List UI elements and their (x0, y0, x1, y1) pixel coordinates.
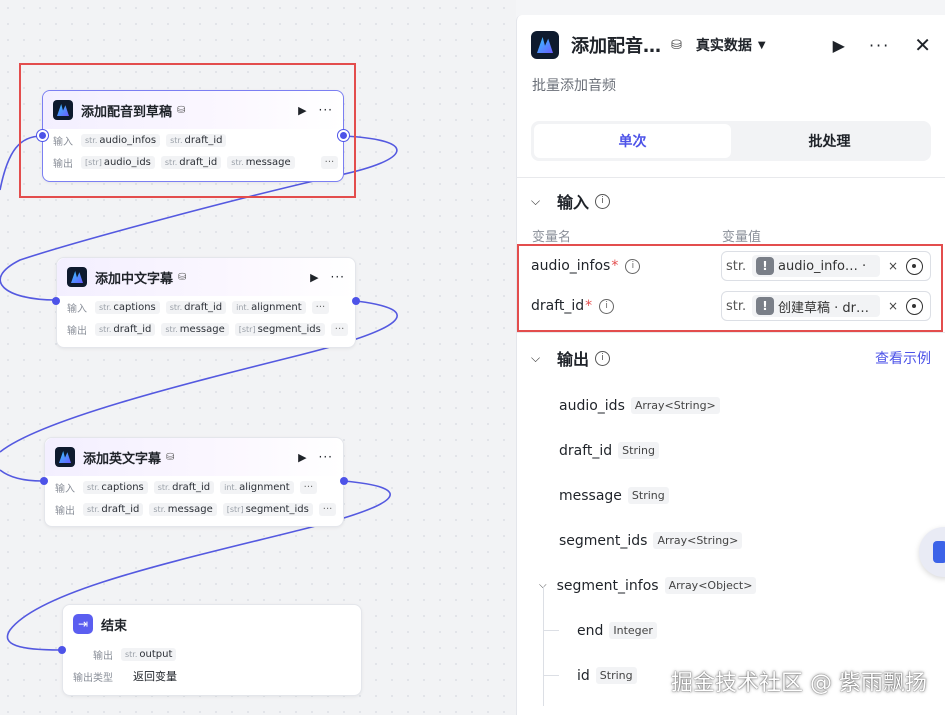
param-tag: [str] segment_ids (234, 322, 325, 336)
tree-line (543, 675, 559, 676)
tree-line (543, 630, 559, 631)
reference-icon: ⛁ (178, 271, 187, 283)
data-mode-select[interactable]: 真实数据 (696, 35, 752, 55)
output-item-expandable[interactable]: ⌵segment_infosArray<Object> (517, 563, 945, 608)
run-node-button[interactable]: ▶ (298, 451, 306, 464)
watermark: 掘金技术社区 @ 紫雨飘扬 (671, 671, 927, 696)
param-tag: str. captions (95, 300, 160, 314)
node-add-english-captions[interactable]: 添加英文字幕 ⛁ ▶ ··· 输入 str. captions str. draft… (44, 437, 344, 527)
more-button[interactable]: ··· (319, 450, 333, 464)
view-example-link[interactable]: 查看示例 (875, 348, 931, 368)
output-label: 输出 (67, 325, 87, 337)
output-item: draft_id String (517, 428, 945, 473)
reference-icon: ⛁ (166, 451, 175, 463)
output-label: 输出 (55, 505, 75, 517)
chevron-down-icon[interactable]: ⌵ (531, 351, 547, 366)
highlight-box (517, 244, 943, 332)
section-title: 输出 (557, 350, 590, 369)
tab-single[interactable]: 单次 (534, 124, 731, 158)
mode-tabs: 单次 批处理 (531, 121, 931, 161)
output-item: message String (517, 473, 945, 518)
node-end[interactable]: ⇥ 结束 输出 str. output 输出类型 返回变量 (62, 604, 362, 696)
col-value-header: 变量值 (722, 229, 762, 245)
end-output-type-row: 输出类型 返回变量 (63, 665, 361, 687)
close-icon[interactable]: ✕ (914, 33, 931, 57)
workflow-canvas[interactable]: 添加配音到草稿 ⛁ ▶ ··· 输入 str. audio_infos str. d… (0, 0, 516, 715)
tree-line (543, 586, 544, 706)
node-detail-panel: 添加配音… ⛁ 真实数据 ▼ ▶ ··· ✕ 批量添加音频 单次 批处理 ⌵ 输… (516, 15, 945, 715)
output-type-label: 输出类型 (73, 672, 113, 684)
param-tag: str. message (161, 322, 229, 336)
param-tag: str. draft_id (153, 480, 215, 494)
more-params-button[interactable]: ··· (318, 502, 337, 516)
input-label: 输入 (55, 483, 75, 495)
param-tag: str. captions (83, 480, 148, 494)
output-label: 输出 (93, 650, 113, 662)
more-params-button[interactable]: ··· (311, 300, 330, 314)
param-tag: [str] segment_ids (222, 502, 313, 516)
reference-icon: ⛁ (671, 37, 682, 53)
node-inputs: 输入 str. captions str. draft_id int. alignme… (45, 476, 343, 498)
plugin-logo-icon (67, 267, 87, 287)
output-section-header[interactable]: ⌵ 输出 i 查看示例 (517, 333, 945, 383)
caret-down-icon[interactable]: ▼ (758, 40, 766, 51)
param-tag: int. alignment (232, 300, 306, 314)
end-output-row: 输出 str. output (63, 643, 361, 665)
node-title: 结束 (101, 618, 128, 634)
param-tag: int. alignment (220, 480, 294, 494)
node-header: 添加英文字幕 ⛁ ▶ ··· (45, 438, 343, 476)
panel-header: 添加配音… ⛁ 真实数据 ▼ ▶ ··· ✕ (517, 15, 945, 75)
param-tag: str. message (149, 502, 217, 516)
tab-batch[interactable]: 批处理 (731, 124, 928, 158)
output-child-item: end Integer (517, 608, 945, 653)
input-section-header[interactable]: ⌵ 输入 i (517, 178, 945, 224)
node-outputs: 输出 str. draft_id str. message [str] segment… (57, 318, 355, 340)
input-column-headers: 变量名 变量值 (517, 224, 945, 246)
node-title: 添加中文字幕 (95, 271, 174, 287)
info-icon[interactable]: i (595, 193, 611, 209)
more-params-button[interactable]: ··· (299, 480, 318, 494)
input-rows: audio_infos * i str. ! audio_info… · × dra… (517, 244, 945, 332)
input-label: 输入 (67, 303, 87, 315)
output-type-value: 返回变量 (133, 670, 177, 683)
output-port[interactable] (352, 297, 360, 305)
section-title: 输入 (557, 193, 590, 212)
highlight-box (19, 63, 356, 198)
chevron-down-icon[interactable]: ⌵ (531, 194, 547, 209)
node-header: ⇥ 结束 (63, 605, 361, 643)
param-tag: str. draft_id (165, 300, 227, 314)
param-tag: str. draft_id (95, 322, 156, 336)
plugin-logo-icon (55, 447, 75, 467)
run-button[interactable]: ▶ (833, 36, 845, 55)
output-list: audio_ids Array<String> draft_id String me… (517, 383, 945, 706)
node-inputs: 输入 str. captions str. draft_id int. alignme… (57, 296, 355, 318)
output-item: segment_ids Array<String> (517, 518, 945, 563)
more-params-button[interactable]: ··· (330, 322, 349, 336)
panel-title: 添加配音… (571, 36, 661, 57)
more-button[interactable]: ··· (331, 270, 345, 284)
input-port[interactable] (52, 297, 60, 305)
node-outputs: 输出 str. draft_id str. message [str] segment… (45, 498, 343, 520)
more-button[interactable]: ··· (869, 36, 890, 55)
col-name-header: 变量名 (532, 229, 572, 245)
node-header: 添加中文字幕 ⛁ ▶ ··· (57, 258, 355, 296)
run-node-button[interactable]: ▶ (310, 271, 318, 284)
param-tag: str. output (121, 647, 177, 661)
panel-description: 批量添加音频 (532, 78, 616, 94)
info-icon[interactable]: i (595, 350, 611, 366)
input-port[interactable] (58, 646, 66, 654)
param-tag: str. draft_id (83, 502, 144, 516)
input-port[interactable] (40, 477, 48, 485)
node-title: 添加英文字幕 (83, 451, 162, 467)
output-item: audio_ids Array<String> (517, 383, 945, 428)
output-port[interactable] (340, 477, 348, 485)
end-icon: ⇥ (73, 614, 93, 634)
node-add-chinese-captions[interactable]: 添加中文字幕 ⛁ ▶ ··· 输入 str. captions str. draft… (56, 257, 356, 348)
plugin-logo-icon (531, 31, 559, 59)
